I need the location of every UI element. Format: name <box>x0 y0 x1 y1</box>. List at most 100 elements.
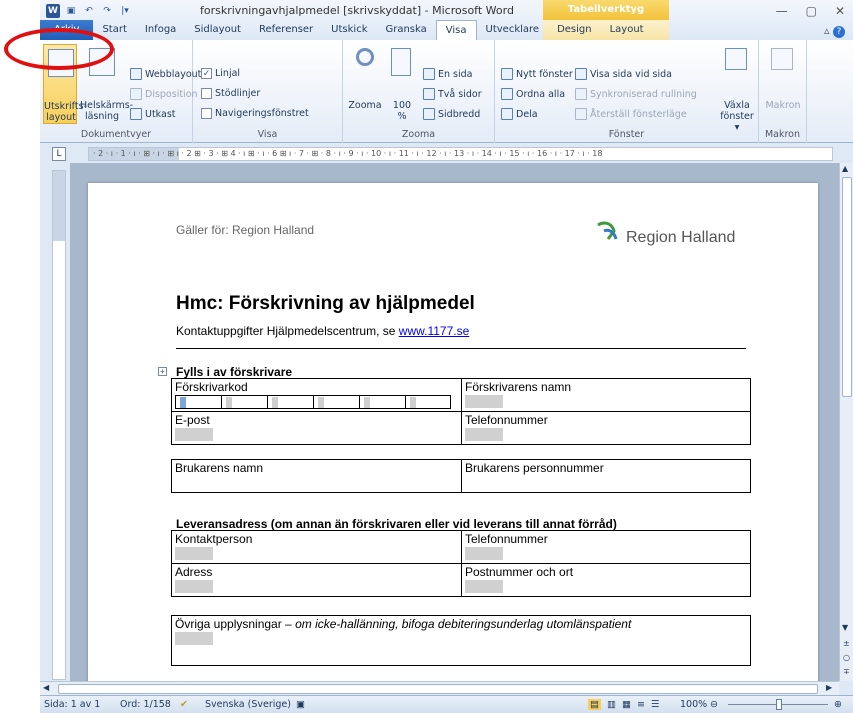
macros-button[interactable]: Makron <box>765 44 801 122</box>
vertical-scrollbar[interactable]: ▲ ▼ ± ○ ∓ <box>839 163 853 681</box>
horizontal-ruler[interactable]: · 2 · ı · 1 · ı · ⊞ · ı · ⊞ ı · 2 ⊞ · 3 … <box>88 147 833 161</box>
new-window-button[interactable]: Nytt fönster <box>501 68 573 80</box>
switch-windows-button[interactable]: Växla fönster ▾ <box>717 44 757 133</box>
user-personal-number-cell[interactable]: Brukarens personnummer <box>461 459 751 493</box>
zoom-button[interactable]: Zooma <box>347 44 383 122</box>
scroll-up-icon[interactable]: ▲ <box>842 164 848 173</box>
tab-infoga[interactable]: Infoga <box>136 20 185 40</box>
restore-icon[interactable]: ▢ <box>806 4 817 18</box>
one-page-button[interactable]: En sida <box>423 68 472 80</box>
section-prescriber: Fylls i av förskrivare <box>176 365 293 379</box>
scroll-down-icon[interactable]: ▼ <box>842 623 848 632</box>
synchronous-scrolling-button[interactable]: Synkroniserad rullning <box>575 88 697 100</box>
delivery-phone-field[interactable] <box>465 547 503 560</box>
other-info-field[interactable] <box>175 632 213 645</box>
minimize-icon[interactable]: — <box>776 4 788 18</box>
scroll-right-icon[interactable]: ▶ <box>826 683 832 692</box>
code-box-1[interactable] <box>175 395 221 409</box>
tab-utskick[interactable]: Utskick <box>322 20 376 40</box>
close-icon[interactable]: ✕ <box>835 4 845 18</box>
undo-icon[interactable]: ↶ <box>82 4 96 18</box>
contact-link[interactable]: www.1177.se <box>399 324 469 338</box>
user-name-cell[interactable]: Brukarens namn <box>171 459 462 493</box>
tab-visa[interactable]: Visa <box>435 20 477 40</box>
zoom-100-button[interactable]: 100 % <box>387 44 417 122</box>
split-label: Dela <box>516 108 538 120</box>
word-app-icon[interactable]: W <box>46 4 60 18</box>
save-icon[interactable]: ▣ <box>64 4 78 18</box>
email-field[interactable] <box>175 428 213 441</box>
navigation-pane-checkbox[interactable]: Navigeringsfönstret <box>201 108 309 119</box>
redo-icon[interactable]: ↷ <box>100 4 114 18</box>
code-box-6[interactable] <box>405 395 451 409</box>
split-button[interactable]: Dela <box>501 108 538 120</box>
help-icon[interactable]: ? <box>833 26 845 38</box>
navigation-pane-label: Navigeringsfönstret <box>215 108 309 119</box>
arrange-all-button[interactable]: Ordna alla <box>501 88 565 100</box>
full-screen-view-icon[interactable]: ▥ <box>607 699 616 710</box>
code-box-4[interactable] <box>313 395 359 409</box>
draft-view-icon[interactable]: ☰ <box>651 699 660 710</box>
switch-windows-icon <box>725 48 747 70</box>
phone-label: Telefonnummer <box>465 413 548 427</box>
vertical-scroll-thumb[interactable] <box>842 177 852 397</box>
macro-record-icon[interactable]: ▣ <box>296 699 305 710</box>
table-tools-header: Tabellverktyg <box>543 0 669 20</box>
status-zoom-level[interactable]: 100% <box>680 699 707 710</box>
zoom-slider-handle[interactable] <box>776 699 782 710</box>
tab-granska[interactable]: Granska <box>376 20 435 40</box>
vertical-ruler[interactable] <box>52 170 66 680</box>
phone-cell: Telefonnummer <box>461 411 751 445</box>
scroll-left-icon[interactable]: ◀ <box>43 683 49 692</box>
zoom-out-icon[interactable]: ⊖ <box>710 699 718 710</box>
page-width-button[interactable]: Sidbredd <box>423 108 480 120</box>
tab-design[interactable]: Design <box>548 20 601 40</box>
sync-scroll-label: Synkroniserad rullning <box>590 88 697 100</box>
draft-button[interactable]: Utkast <box>130 108 176 120</box>
outline-view-icon[interactable]: ≡ <box>637 699 645 710</box>
prescriber-name-label: Förskrivarens namn <box>465 380 572 394</box>
table-move-handle-icon[interactable]: + <box>158 367 167 376</box>
browse-object-icon[interactable]: ○ <box>843 653 850 662</box>
web-layout-button[interactable]: Webblayout <box>130 68 201 80</box>
code-box-3[interactable] <box>267 395 313 409</box>
tab-selector-icon[interactable]: L <box>52 147 66 161</box>
address-field[interactable] <box>175 580 213 593</box>
split-icon <box>501 108 513 120</box>
tab-referenser[interactable]: Referenser <box>250 20 322 40</box>
contact-person-field[interactable] <box>175 547 213 560</box>
outline-button[interactable]: Disposition <box>130 88 198 100</box>
tab-sidlayout[interactable]: Sidlayout <box>185 20 250 40</box>
code-box-5[interactable] <box>359 395 405 409</box>
code-box-2[interactable] <box>221 395 267 409</box>
zoom-in-icon[interactable]: ⊕ <box>834 699 842 710</box>
horizontal-scroll-thumb[interactable] <box>58 684 818 694</box>
window-controls: — ▢ ✕ <box>776 4 845 18</box>
page-width-icon <box>423 108 435 120</box>
gridlines-checkbox[interactable]: Stödlinjer <box>201 88 260 99</box>
status-language[interactable]: Svenska (Sverige) <box>205 699 291 710</box>
web-view-icon[interactable]: ▦ <box>622 699 631 710</box>
page-width-label: Sidbredd <box>438 108 481 120</box>
collapse-ribbon-icon[interactable]: ▵ <box>824 24 830 37</box>
horizontal-scrollbar[interactable]: ◀ ▶ <box>40 681 839 695</box>
phone-field[interactable] <box>465 428 503 441</box>
status-words[interactable]: Ord: 1/158 <box>120 699 171 710</box>
ruler-checkbox[interactable]: ✓ Linjal <box>201 68 240 79</box>
contact-line: Kontaktuppgifter Hjälpmedelscentrum, se … <box>176 324 469 338</box>
reset-window-position-button[interactable]: Återställ fönsterläge <box>575 108 687 120</box>
zoom-label: Zooma <box>348 100 382 111</box>
status-page[interactable]: Sida: 1 av 1 <box>44 699 100 710</box>
next-page-icon[interactable]: ∓ <box>843 667 850 676</box>
postal-field[interactable] <box>465 580 503 593</box>
print-layout-view-icon[interactable]: ▤ <box>588 699 601 710</box>
tab-utvecklare[interactable]: Utvecklare <box>477 20 549 40</box>
proofing-icon[interactable]: ✔ <box>180 699 188 710</box>
two-pages-button[interactable]: Två sidor <box>423 88 482 100</box>
previous-page-icon[interactable]: ± <box>843 639 850 648</box>
document-page[interactable]: Gäller för: Region Halland Region Hallan… <box>88 183 818 681</box>
prescriber-name-field[interactable] <box>465 395 503 408</box>
side-by-side-button[interactable]: Visa sida vid sida <box>575 68 672 80</box>
tab-layout[interactable]: Layout <box>601 20 653 40</box>
customize-qat-icon[interactable]: |▾ <box>118 4 132 18</box>
